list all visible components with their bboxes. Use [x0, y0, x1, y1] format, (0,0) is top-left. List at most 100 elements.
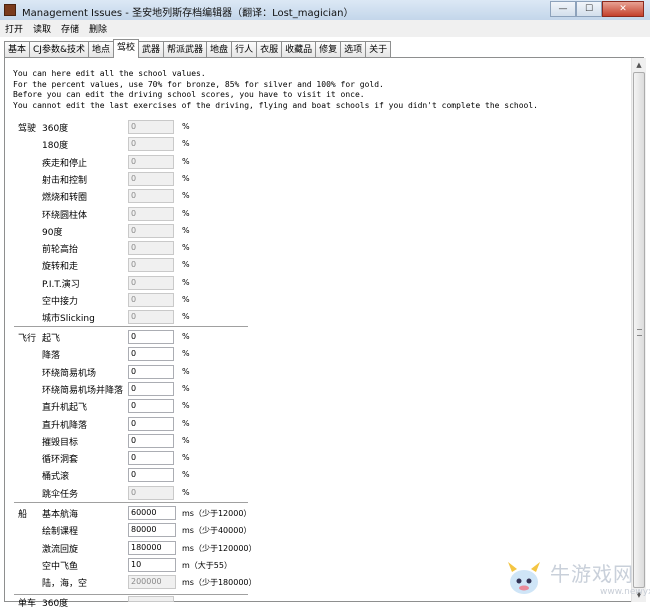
driving-value-input: 0 [128, 120, 174, 134]
driving-row-label: 90度 [42, 227, 63, 238]
tab-9[interactable]: 收藏品 [281, 41, 317, 58]
boat-row-label: 绘制课程 [42, 527, 79, 538]
tab-1[interactable]: CJ参数&技术 [29, 41, 89, 58]
flying-row-label: 环绕简易机场并降落 [42, 385, 124, 396]
info-line: You cannot edit the last exercises of th… [13, 100, 538, 110]
driving-unit-label: % [182, 225, 190, 235]
flying-value-input[interactable]: 0 [128, 381, 174, 396]
boat-row-label: 基本航海 [42, 510, 79, 520]
driving-row-label: 空中接力 [42, 297, 79, 307]
menu-bar: 打开 读取 存储 删除 [0, 20, 650, 37]
scroll-up-icon[interactable]: ▲ [632, 58, 646, 72]
boat-row-label: 空中飞鱼 [42, 561, 79, 572]
boat-value-input[interactable]: 180000 [128, 540, 176, 555]
flying-unit-label: % [182, 470, 190, 480]
tab-12[interactable]: 关于 [365, 41, 392, 58]
flying-row-label: 降落 [42, 351, 61, 362]
driving-row-label: 360度 [42, 124, 69, 134]
tab-6[interactable]: 地盘 [206, 41, 233, 58]
driving-unit-label: % [182, 277, 190, 287]
tab-8[interactable]: 衣服 [256, 41, 283, 58]
section-divider [14, 502, 248, 503]
flying-value-input[interactable]: 0 [128, 347, 174, 362]
driving-unit-label: % [182, 208, 190, 218]
flying-unit-label: % [182, 435, 190, 445]
flying-row-label: 循环洞套 [42, 455, 79, 466]
driving-row-label: 射击和控制 [42, 175, 88, 186]
flying-unit-label: % [182, 401, 190, 411]
flying-value-input[interactable]: 0 [128, 416, 174, 431]
tab-7[interactable]: 行人 [231, 41, 258, 58]
maximize-button[interactable]: ☐ [576, 1, 602, 17]
scroll-thumb[interactable] [633, 72, 645, 588]
driving-row-label: 城市Slicking [42, 314, 95, 325]
boat-unit-label: ms（少于40000） [182, 526, 252, 536]
info-line: For the percent values, use 70% for bron… [13, 79, 384, 89]
boat-value-input[interactable]: 10 [128, 557, 176, 572]
mascot-icon [508, 562, 540, 594]
flying-value-input: 0 [128, 485, 174, 500]
boat-unit-label: m（大于55） [182, 560, 232, 570]
flying-value-input[interactable]: 0 [128, 433, 174, 448]
menu-load[interactable]: 读取 [28, 22, 56, 35]
driving-value-input: 0 [128, 137, 174, 152]
tab-3[interactable]: 驾校 [113, 39, 140, 58]
window-title: Management Issues - 圣安地列斯存档编辑器（翻译：Lost_m… [22, 8, 354, 19]
flying-row-label: 跳伞任务 [42, 489, 79, 500]
menu-delete[interactable]: 删除 [84, 22, 112, 35]
menu-save[interactable]: 存储 [56, 22, 84, 35]
flying-unit-label: % [182, 487, 190, 497]
section-divider [14, 326, 248, 327]
flying-row-label: 起飞 [42, 334, 61, 344]
driving-unit-label: % [182, 243, 190, 253]
tab-4[interactable]: 武器 [138, 41, 165, 58]
driving-value-input: 0 [128, 310, 174, 325]
title-bar: Management Issues - 圣安地列斯存档编辑器（翻译：Lost_m… [0, 0, 650, 21]
driving-value-input: 0 [128, 206, 174, 221]
driving-value-input: 0 [128, 241, 174, 256]
boat-section-label: 船 [18, 510, 28, 520]
flying-value-input[interactable]: 0 [128, 468, 174, 483]
driving-unit-label: % [182, 295, 190, 304]
flying-row-label: 直升机起飞 [42, 403, 88, 414]
driving-unit-label: % [182, 156, 190, 166]
boat-unit-label: ms（少于120000） [182, 543, 257, 553]
watermark-url: www.newyx.net [600, 587, 650, 597]
driving-value-input: 0 [128, 189, 174, 204]
flying-value-input[interactable]: 0 [128, 364, 174, 379]
flying-value-input[interactable]: 0 [128, 399, 174, 414]
menu-open[interactable]: 打开 [0, 22, 28, 35]
tab-2[interactable]: 地点 [87, 41, 114, 58]
bike-section-label: 单车 [18, 599, 37, 609]
driving-unit-label: % [182, 260, 190, 270]
bike-row-label: 360度 [42, 599, 69, 609]
tab-10[interactable]: 修复 [315, 41, 342, 58]
driving-section-label: 驾驶 [18, 124, 37, 134]
flying-row-label: 摧毁目标 [42, 437, 79, 448]
flying-row-label: 环绕简易机场 [42, 368, 97, 379]
grip-icon [637, 329, 642, 336]
flying-value-input[interactable]: 0 [128, 451, 174, 466]
driving-unit-label: % [182, 139, 190, 149]
driving-unit-label: % [182, 312, 190, 322]
boat-value-input[interactable]: 60000 [128, 506, 176, 520]
boat-row-label: 陆，海，空 [42, 579, 88, 590]
info-line: You can here edit all the school values. [13, 69, 206, 78]
flying-value-input[interactable]: 0 [128, 330, 174, 344]
tab-11[interactable]: 选项 [340, 41, 367, 58]
app-icon [4, 4, 16, 16]
driving-value-input: 0 [128, 275, 174, 290]
boat-unit-label: ms（少于180000） [182, 578, 257, 588]
flying-row-label: 桶式滚 [42, 472, 70, 483]
flying-unit-label: % [182, 349, 190, 359]
driving-value-input: 0 [128, 293, 174, 307]
tab-0[interactable]: 基本 [4, 41, 31, 58]
boat-unit-label: ms（少于12000） [182, 509, 252, 518]
close-button[interactable]: ✕ [602, 1, 644, 17]
tab-5[interactable]: 帮派武器 [163, 41, 208, 58]
driving-row-label: 旋转和走 [42, 262, 79, 273]
minimize-button[interactable]: — [550, 1, 576, 17]
flying-unit-label: % [182, 332, 190, 341]
boat-value-input[interactable]: 80000 [128, 523, 176, 538]
vertical-scrollbar[interactable]: ▲ ▼ [631, 58, 646, 602]
